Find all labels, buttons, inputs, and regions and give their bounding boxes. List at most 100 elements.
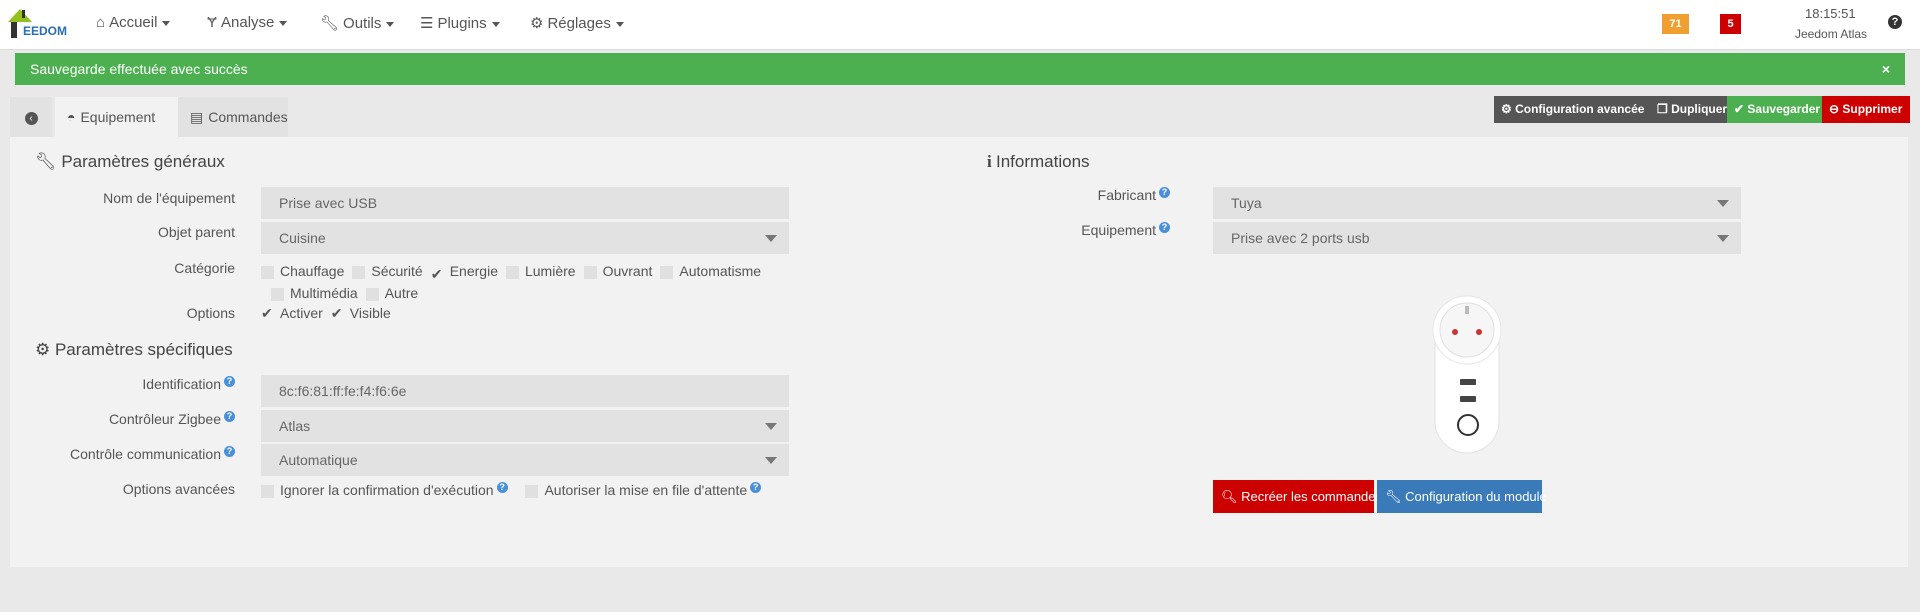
checkbox-lumière[interactable]: Lumière [505,260,576,282]
help-icon[interactable]: ? [1159,222,1170,233]
checkbox [261,265,274,279]
wrench-icon: 🔧︎ [35,152,62,171]
nav-analyse[interactable]: Ɏ Analyse [207,14,288,31]
checkbox-visible[interactable]: Visible [331,305,391,322]
caret-down-icon [1717,235,1729,242]
close-alert-button[interactable]: × [1882,53,1890,85]
help-icon[interactable]: ? [224,376,235,387]
recreate-commands-button[interactable]: 🔍︎ Recréer les commandes [1213,480,1382,513]
nav-reglages[interactable]: ⚙ Réglages [530,14,624,32]
checkbox [583,265,597,279]
gear-icon: ⚙ [530,15,544,32]
jeedom-logo[interactable]: EEDOM [6,6,76,40]
maker-label: Fabricant? [945,187,1170,203]
help-icon[interactable]: ? [1159,187,1170,198]
stethoscope-icon: Ɏ [207,14,218,31]
allow-queue-checkbox[interactable]: Autoriser la mise en file d'attente? [525,482,762,498]
success-alert: Sauvegarde effectuée avec succès × [15,53,1905,85]
checkbox-ouvrant[interactable]: Ouvrant [583,260,652,282]
list-icon: ☰ [420,15,434,32]
check-circle-icon: ✔ [1734,102,1748,116]
checkbox [525,484,539,498]
caret-down-icon [1717,200,1729,207]
help-icon[interactable]: ? [750,482,762,493]
cogs-icon: ⚙ [1501,102,1516,116]
module-config-button[interactable]: 🔧︎ Configuration du module [1377,480,1547,513]
wrench-icon: 🔧︎ [320,15,340,32]
help-icon[interactable]: ? [224,411,235,422]
caret-down-icon [615,21,624,27]
checkbox [505,265,519,279]
zigbee-select[interactable]: Atlas [261,410,789,442]
help-icon[interactable]: ? [1888,15,1902,29]
duplicate-button[interactable]: ❐ Dupliquer [1650,96,1727,123]
checkbox [261,484,274,498]
delete-button[interactable]: ⊖ Supprimer [1822,96,1910,123]
checkbox-sécurité[interactable]: Sécurité [352,260,423,282]
category-label: Catégorie [174,260,235,276]
smart-plug-image [1432,295,1502,454]
identification-label: Identification? [10,376,235,392]
cogs-icon: ⚙ [35,340,55,359]
comm-label: Contrôle communication? [10,446,235,462]
options-label: Options [186,305,235,321]
checkmark-icon [431,263,444,285]
checkmark-icon [331,305,344,322]
dashboard-icon: ◓ [67,109,76,125]
help-icon[interactable]: ? [224,446,235,457]
specific-heading: ⚙ Paramètres spécifiques [35,340,233,359]
zigbee-label: Contrôleur Zigbee? [10,411,235,427]
maker-select[interactable]: Tuya [1213,187,1741,219]
nav-plugins[interactable]: ☰ Plugins [420,14,500,32]
parent-select[interactable]: Cuisine [261,222,789,254]
ignore-confirmation-checkbox[interactable]: Ignorer la confirmation d'exécution? [261,482,508,498]
minus-circle-icon: ⊖ [1829,102,1843,116]
checkbox-automatisme[interactable]: Automatisme [660,260,761,282]
message-badge[interactable]: 71 [1662,14,1689,34]
caret-down-icon [279,20,288,26]
info-icon: i [987,152,996,171]
checkbox-multimédia[interactable]: Multimédia [271,282,358,304]
caret-down-icon [386,21,395,27]
name-label: Nom de l'équipement [103,190,235,206]
caret-down-icon [765,457,777,464]
nav-outils[interactable]: 🔧︎ Outils [320,14,395,32]
checkbox-energie[interactable]: Energie [431,260,498,285]
checkbox [271,287,284,301]
wrench-icon: 🔧︎ [1385,489,1406,504]
category-checkboxes: Chauffage Sécurité Energie Lumière Ouvrant Au… [261,260,801,304]
back-button[interactable]: ‹ [10,97,52,137]
arrow-left-circle-icon: ‹ [24,111,38,125]
identification-input[interactable]: 8c:f6:81:ff:fe:f4:f6:6e [261,375,789,407]
checkbox-autre[interactable]: Autre [365,282,418,304]
tab-commandes[interactable]: ▤ Commandes [178,97,288,137]
checkbox [660,265,674,279]
options-checkboxes: Activer Visible [261,305,399,322]
info-heading: i Informations [987,152,1090,171]
tab-equipement[interactable]: ◓ Equipement [55,97,178,137]
navbar: EEDOM ⌂ Accueil Ɏ Analyse 🔧︎ Outils ☰ Plugin… [0,0,1920,50]
parent-label: Objet parent [157,224,235,240]
home-icon: ⌂ [96,14,106,31]
checkmark-icon [261,305,274,322]
save-button[interactable]: ✔ Sauvegarder [1727,96,1822,123]
caret-down-icon [765,423,777,430]
name-input[interactable]: Prise avec USB [261,187,789,219]
caret-down-icon [765,235,777,242]
search-icon: 🔍︎ [1221,489,1242,504]
caret-down-icon [491,21,500,27]
caret-down-icon [162,20,171,26]
copy-icon: ❐ [1657,102,1672,116]
help-icon[interactable]: ? [496,482,508,493]
advanced-options: Ignorer la confirmation d'exécution? Aut… [261,482,769,498]
checkbox-chauffage[interactable]: Chauffage [261,260,344,282]
nav-accueil[interactable]: ⌂ Accueil [96,14,171,31]
advanced-config-button[interactable]: ⚙ Configuration avancée [1494,96,1650,123]
alert-badge[interactable]: 5 [1720,14,1741,34]
checkbox [352,265,366,279]
system-name: Jeedom Atlas [1795,27,1868,41]
advanced-options-label: Options avancées [122,481,235,497]
equipment-select[interactable]: Prise avec 2 ports usb [1213,222,1741,254]
comm-select[interactable]: Automatique [261,444,789,476]
checkbox-activer[interactable]: Activer [261,305,323,322]
